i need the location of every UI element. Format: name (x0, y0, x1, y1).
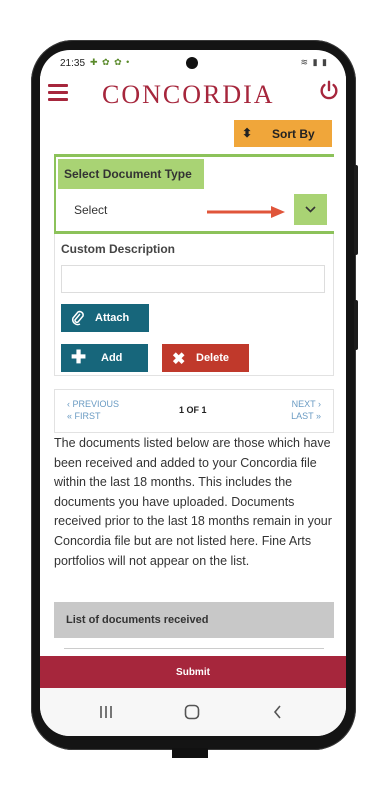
main-content: ⬍ Sort By Select Document Type Select Cu… (54, 116, 334, 656)
status-right-icons: ≋ ▮ ▮ (300, 57, 328, 67)
delete-label: Delete (196, 352, 230, 364)
brand-logo: CONCORDIA (102, 80, 275, 109)
pagination: ‹ PREVIOUS « FIRST 1 OF 1 NEXT › LAST » (54, 389, 334, 433)
paperclip-icon (71, 310, 85, 329)
submit-button[interactable]: Submit (40, 656, 346, 688)
document-type-highlight: Select Document Type Select (54, 154, 334, 234)
usb-cable (172, 748, 208, 758)
annotation-arrow-icon (207, 206, 285, 218)
attach-button[interactable]: Attach (61, 304, 149, 332)
page-position: 1 OF 1 (179, 405, 207, 415)
select-document-type-label: Select Document Type (58, 159, 204, 189)
last-page-link[interactable]: LAST » (291, 411, 321, 421)
list-item (64, 648, 324, 656)
hamburger-icon[interactable] (48, 84, 68, 102)
app-header: CONCORDIA (40, 76, 346, 114)
sort-by-button[interactable]: ⬍ Sort By (234, 120, 332, 147)
close-icon: ✖ (172, 351, 186, 368)
volume-button (354, 165, 358, 255)
next-page-link[interactable]: NEXT › (292, 399, 321, 409)
power-icon[interactable] (318, 80, 340, 102)
plus-icon: ✚ (71, 347, 87, 367)
delete-button[interactable]: ✖ Delete (162, 344, 249, 372)
custom-description-label: Custom Description (61, 242, 176, 256)
power-side-button (354, 300, 358, 350)
back-icon[interactable] (268, 702, 288, 722)
previous-page-link[interactable]: ‹ PREVIOUS (67, 399, 119, 409)
custom-description-input[interactable] (61, 265, 325, 293)
chevron-down-icon (305, 206, 316, 213)
sort-by-label: Sort By (272, 127, 315, 141)
notification-icons: ✚ ✿ ✿ • (90, 57, 131, 67)
phone-screen: 21:35 ✚ ✿ ✿ • ≋ ▮ ▮ CONCORDIA ⬍ Sort By … (40, 50, 346, 736)
add-button[interactable]: ✚ Add (61, 344, 148, 372)
home-icon[interactable] (182, 702, 202, 722)
dropdown-toggle[interactable] (294, 194, 327, 225)
first-page-link[interactable]: « FIRST (67, 411, 101, 421)
status-bar: 21:35 ✚ ✿ ✿ • ≋ ▮ ▮ (40, 50, 346, 76)
documents-info-text: The documents listed below are those whi… (54, 436, 332, 568)
status-time: 21:35 (60, 58, 86, 69)
camera-icon (186, 57, 198, 69)
recents-icon[interactable] (96, 702, 116, 722)
sort-updown-icon: ⬍ (242, 126, 253, 140)
android-nav-bar (40, 688, 346, 736)
attach-label: Attach (95, 312, 130, 324)
add-label: Add (101, 352, 123, 364)
document-form-panel: Select Document Type Select Custom Descr… (54, 154, 334, 376)
document-type-value: Select (74, 203, 108, 217)
documents-list-header: List of documents received (54, 602, 334, 638)
